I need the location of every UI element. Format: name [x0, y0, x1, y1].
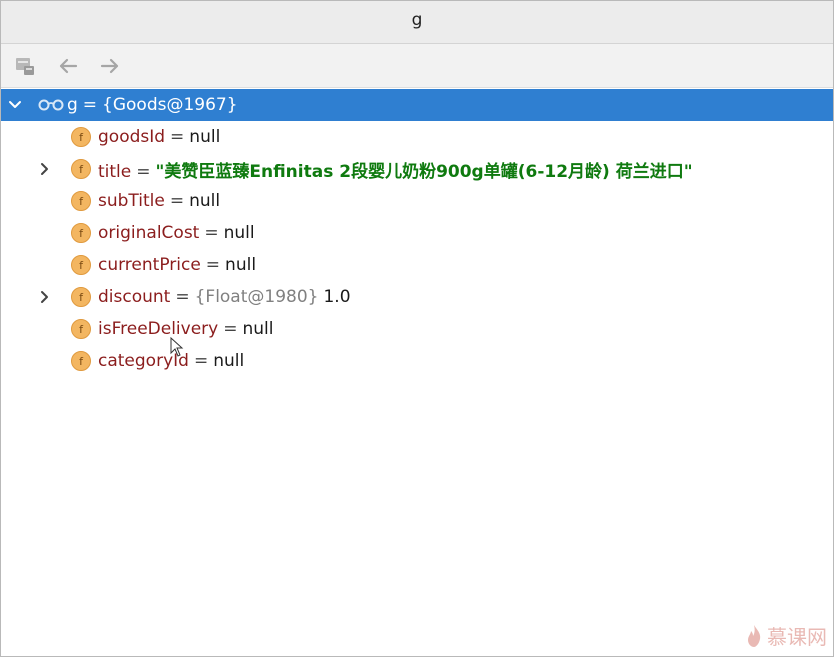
field-value: null [242, 319, 274, 339]
field-name: goodsId [98, 127, 166, 147]
field-op: = [175, 287, 190, 307]
field-op: = [204, 223, 219, 243]
field-op: = [223, 319, 238, 339]
field-label: discount = {Float@1980} 1.0 [98, 287, 351, 307]
variables-tree: g = {Goods@1967} f goodsId = null f titl… [1, 88, 833, 656]
field-name: originalCost [98, 223, 200, 243]
field-name: subTitle [98, 191, 165, 211]
tree-row-goodsId[interactable]: f goodsId = null [1, 121, 833, 153]
field-icon: f [71, 191, 91, 211]
field-label: title = "美赞臣蓝臻Enfinitas 2段婴儿奶粉900g单罐(6-1… [98, 157, 693, 182]
field-value: null [223, 223, 255, 243]
root-op: = [82, 95, 98, 115]
field-icon: f [71, 223, 91, 243]
chevron-right-icon[interactable] [38, 290, 52, 304]
field-name: currentPrice [98, 255, 201, 275]
tree-row-subTitle[interactable]: f subTitle = null [1, 185, 833, 217]
field-label: currentPrice = null [98, 255, 256, 275]
field-op: = [205, 255, 221, 275]
field-value: null [225, 255, 257, 275]
field-op: = [170, 127, 185, 147]
field-label: isFreeDelivery = null [98, 319, 273, 339]
tree-row-title[interactable]: f title = "美赞臣蓝臻Enfinitas 2段婴儿奶粉900g单罐(6… [1, 153, 833, 185]
field-value: null [189, 127, 221, 147]
tree-row-originalCost[interactable]: f originalCost = null [1, 217, 833, 249]
field-op: = [193, 351, 209, 371]
field-op: = [169, 191, 185, 211]
field-icon: f [71, 319, 91, 339]
tree-row-categoryId[interactable]: f categoryId = null [1, 345, 833, 377]
mouse-cursor-icon [170, 336, 184, 359]
title-bar[interactable]: g [1, 1, 833, 44]
object-view-icon[interactable] [13, 53, 39, 79]
chevron-right-icon[interactable] [38, 162, 52, 176]
root-value: {Goods@1967} [102, 95, 238, 115]
field-type: {Float@1980} [194, 287, 319, 307]
field-label: originalCost = null [98, 223, 255, 243]
field-op: = [136, 161, 151, 182]
chevron-down-icon[interactable] [8, 98, 22, 112]
field-icon: f [71, 159, 91, 179]
field-value: null [189, 191, 221, 211]
tree-row-discount[interactable]: f discount = {Float@1980} 1.0 [1, 281, 833, 313]
field-name: title [98, 161, 132, 182]
watch-glasses-icon [38, 97, 64, 117]
field-icon: f [71, 127, 91, 147]
toolbar [1, 44, 833, 88]
flame-icon [748, 624, 761, 647]
watermark-logo: 慕课网 [745, 621, 827, 650]
field-label: goodsId = null [98, 127, 220, 147]
window-title: g [411, 10, 423, 30]
field-icon: f [71, 351, 91, 371]
field-icon: f [71, 255, 91, 275]
debugger-window: g g = {Goods@1967} f goodsId = null f ti… [0, 0, 834, 657]
forward-arrow-icon[interactable] [97, 53, 123, 79]
root-name: g [67, 95, 78, 115]
back-arrow-icon[interactable] [55, 53, 81, 79]
root-label: g = {Goods@1967} [67, 95, 238, 115]
field-name: discount [98, 287, 171, 307]
field-value: 1.0 [323, 287, 351, 307]
field-label: subTitle = null [98, 191, 220, 211]
field-value: null [213, 351, 245, 371]
tree-row-root[interactable]: g = {Goods@1967} [1, 89, 833, 121]
field-string-value: "美赞臣蓝臻Enfinitas 2段婴儿奶粉900g单罐(6-12月龄) 荷兰进… [155, 161, 693, 182]
tree-row-currentPrice[interactable]: f currentPrice = null [1, 249, 833, 281]
field-icon: f [71, 287, 91, 307]
tree-row-isFreeDelivery[interactable]: f isFreeDelivery = null [1, 313, 833, 345]
watermark-text: 慕课网 [767, 625, 827, 649]
field-name: isFreeDelivery [98, 319, 219, 339]
